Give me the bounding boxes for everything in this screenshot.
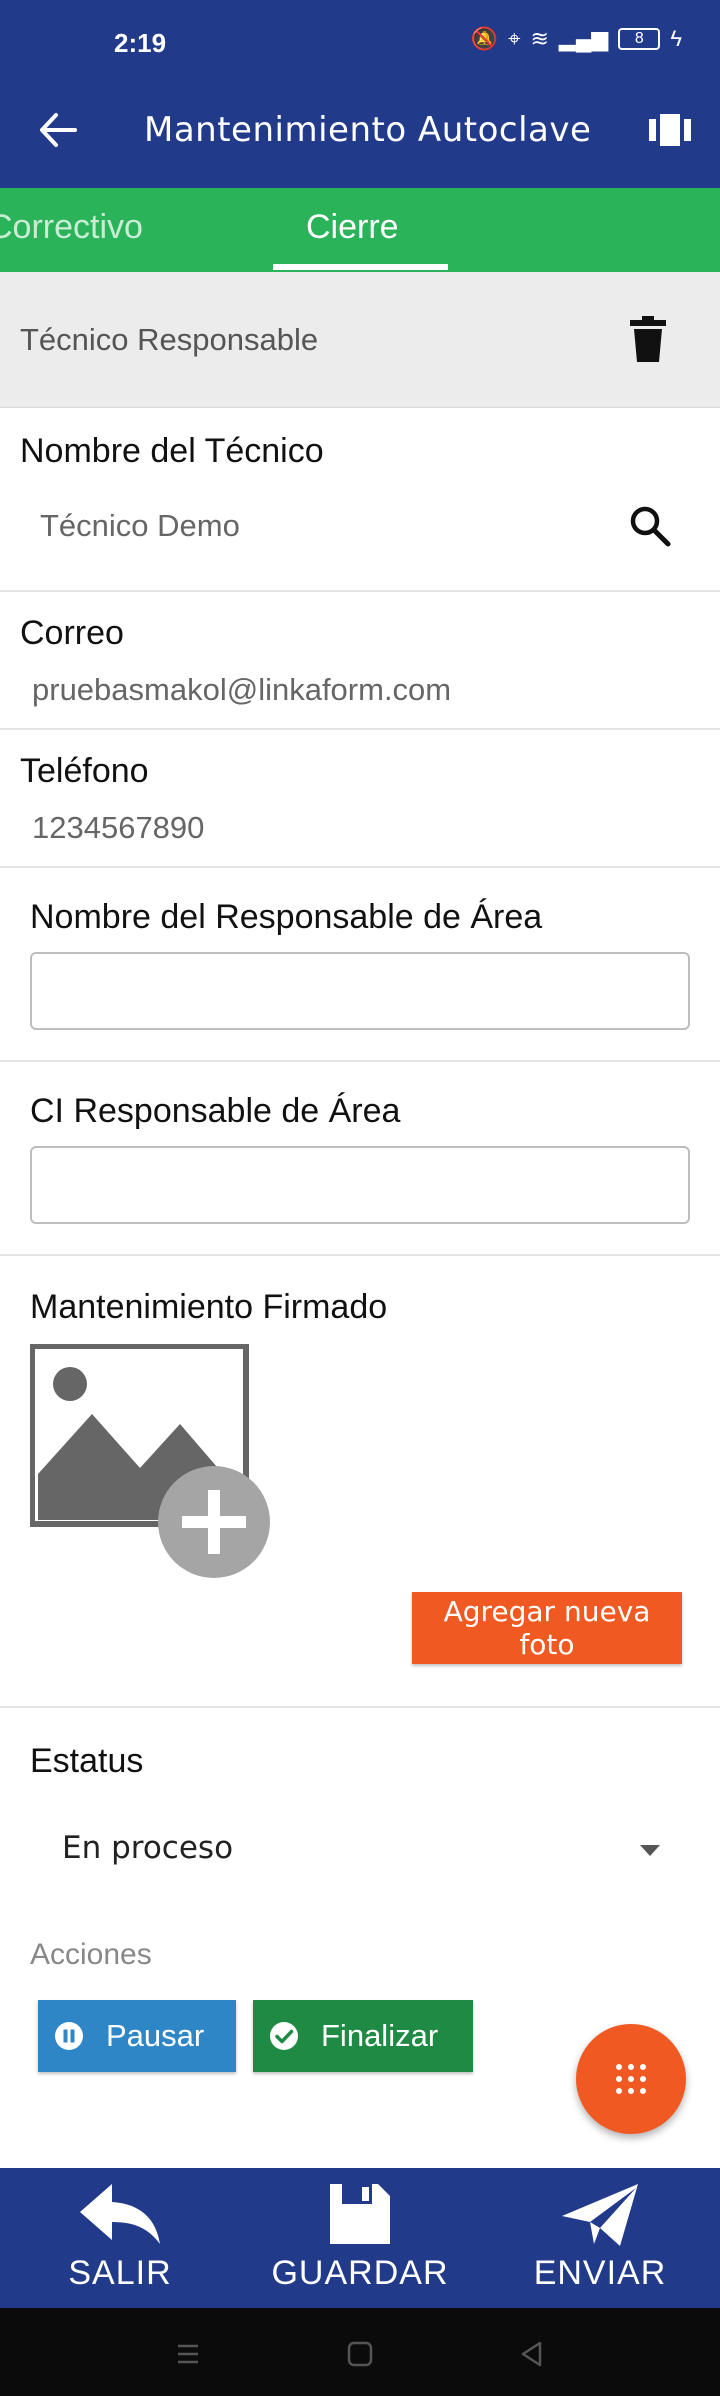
area-manager-ci-field: CI Responsable de Área — [0, 1062, 720, 1256]
battery-level: 8 — [634, 30, 644, 47]
back-nav-icon[interactable] — [514, 2336, 550, 2372]
tab-cierre[interactable]: Cierre — [306, 208, 399, 247]
status-select-value: En proceso — [62, 1830, 234, 1866]
reply-arrow-icon — [80, 2184, 160, 2244]
check-circle-icon — [270, 2022, 298, 2050]
home-icon[interactable] — [342, 2336, 378, 2372]
bottom-action-bar: SALIR GUARDAR ENVIAR — [0, 2168, 720, 2308]
page-title: Mantenimiento Autoclave — [144, 110, 592, 150]
status-time: 2:19 — [114, 28, 167, 58]
email-label: Correo — [20, 614, 124, 652]
area-manager-ci-input[interactable] — [30, 1146, 690, 1224]
exit-label: SALIR — [68, 2254, 172, 2292]
status-bar: 2:19 🔕 ⌖ ≋ ▂▄▆ 8 ϟ — [0, 0, 720, 72]
dropdown-arrow-icon — [640, 1845, 660, 1856]
floppy-disk-icon — [330, 2184, 390, 2244]
charging-icon: ϟ — [670, 26, 682, 51]
tab-correctivo[interactable]: Correctivo — [0, 208, 143, 247]
location-icon: ⌖ — [508, 26, 521, 51]
actions-label: Acciones — [30, 1938, 152, 1971]
system-nav-bar — [0, 2308, 720, 2396]
phone-label: Teléfono — [20, 752, 149, 790]
area-manager-ci-label: CI Responsable de Área — [30, 1092, 401, 1130]
signal-icon: ▂▄▆ — [558, 26, 609, 51]
save-button[interactable]: GUARDAR — [240, 2168, 480, 2308]
tab-bar: Correctivo Cierre — [0, 188, 720, 272]
status-label: Estatus — [30, 1742, 144, 1780]
signed-maintenance-field: Mantenimiento Firmado Agregar nueva foto — [0, 1256, 720, 1708]
recent-apps-icon[interactable] — [170, 2336, 206, 2372]
phone-field: Teléfono 1234567890 — [0, 730, 720, 868]
status-select[interactable]: En proceso — [62, 1830, 662, 1880]
area-manager-name-field: Nombre del Responsable de Área — [0, 868, 720, 1062]
fab-menu-button[interactable] — [576, 2024, 686, 2134]
finish-button[interactable]: Finalizar — [253, 2000, 473, 2072]
exit-button[interactable]: SALIR — [0, 2168, 240, 2308]
battery-icon: 8 — [618, 28, 661, 50]
status-field: Estatus En proceso — [0, 1708, 720, 1868]
finish-label: Finalizar — [321, 2018, 439, 2053]
add-photo-button[interactable]: Agregar nueva foto — [412, 1592, 682, 1664]
technician-name-field: Nombre del Técnico Técnico Demo — [0, 408, 720, 592]
section-header: Técnico Responsable — [0, 272, 720, 408]
signed-maintenance-label: Mantenimiento Firmado — [30, 1288, 388, 1326]
status-icons: 🔕 ⌖ ≋ ▂▄▆ 8 ϟ — [471, 26, 682, 52]
paper-plane-icon — [562, 2184, 638, 2246]
save-label: GUARDAR — [271, 2254, 449, 2292]
image-placeholder-icon[interactable] — [30, 1344, 272, 1588]
phone-value: 1234567890 — [32, 810, 205, 845]
trash-icon[interactable] — [626, 316, 670, 364]
technician-name-label: Nombre del Técnico — [20, 432, 324, 470]
pause-label: Pausar — [106, 2018, 205, 2053]
send-label: ENVIAR — [533, 2254, 667, 2292]
email-value: pruebasmakol@linkaform.com — [32, 672, 452, 707]
layout-toggle-button[interactable] — [646, 106, 694, 154]
section-title: Técnico Responsable — [20, 322, 319, 357]
technician-name-value[interactable]: Técnico Demo — [40, 508, 240, 544]
pause-button[interactable]: Pausar — [38, 2000, 236, 2072]
email-field: Correo pruebasmakol@linkaform.com — [0, 592, 720, 730]
area-manager-name-input[interactable] — [30, 952, 690, 1030]
tab-indicator — [273, 264, 448, 270]
wifi-icon: ≋ — [530, 26, 549, 51]
search-icon[interactable] — [628, 504, 672, 548]
send-button[interactable]: ENVIAR — [480, 2168, 720, 2308]
columns-icon — [649, 114, 691, 146]
arrow-left-icon — [40, 113, 77, 147]
pause-icon — [55, 2022, 83, 2050]
mute-icon: 🔕 — [470, 26, 499, 51]
app-bar: Mantenimiento Autoclave — [0, 72, 720, 188]
dots-grid-icon — [616, 2064, 646, 2094]
back-button[interactable] — [34, 106, 82, 154]
area-manager-name-label: Nombre del Responsable de Área — [30, 898, 543, 936]
